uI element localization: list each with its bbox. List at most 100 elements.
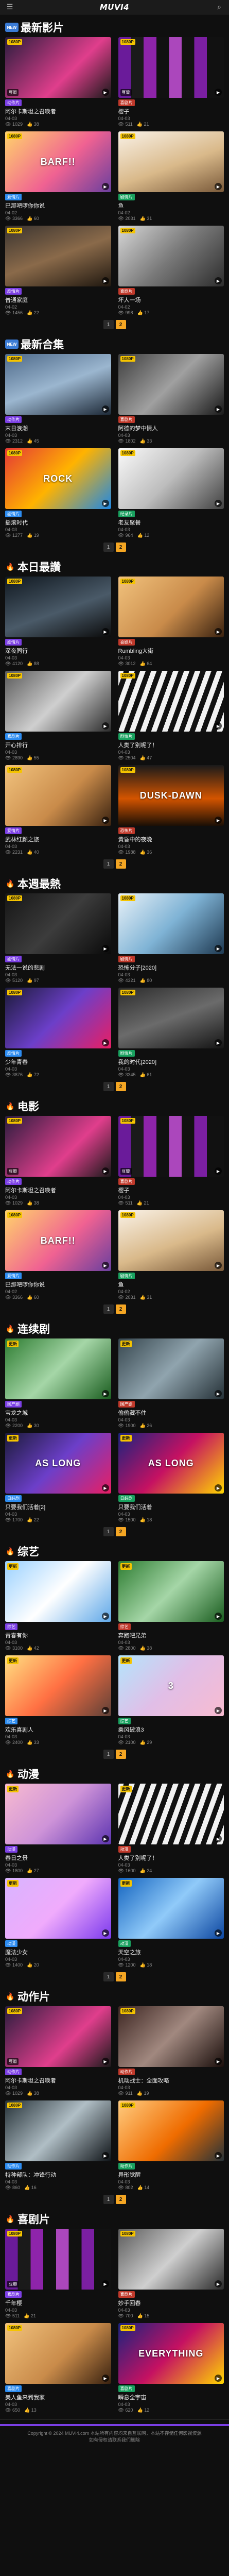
play-icon[interactable]: ▶ — [215, 1707, 222, 1714]
video-title[interactable]: 人类了别呢了！ — [118, 1854, 224, 1862]
video-title[interactable]: 巴那吧啰你你说 — [5, 201, 111, 210]
category-tag[interactable]: 综艺 — [118, 1718, 131, 1724]
video-thumbnail[interactable]: 1080P ▶ — [118, 577, 224, 637]
play-icon[interactable]: ▶ — [101, 1039, 109, 1046]
page-button[interactable]: 2 — [115, 859, 126, 869]
video-thumbnail[interactable]: 1080P ▶ — [118, 988, 224, 1048]
video-thumbnail[interactable]: 1080P ▶ — [118, 2006, 224, 2067]
video-thumbnail[interactable]: 更新 ▶ — [5, 1561, 111, 1622]
video-title[interactable]: 宝龙之城 — [5, 1409, 111, 1417]
page-button[interactable]: 1 — [103, 1972, 114, 1981]
video-card[interactable]: 1080P ▶ 剧情片 普通家庭 04-02 👁 1456 👍 22 — [5, 226, 111, 316]
category-tag[interactable]: 动漫 — [5, 1940, 17, 1947]
video-title[interactable]: 恐怖分子[2020] — [118, 963, 224, 972]
video-card[interactable]: EVERYTHING 1080P ▶ 喜剧片 瞬息全宇宙 04-03 👁 620 👍 12 — [118, 2323, 224, 2413]
category-tag[interactable]: 日韩剧 — [5, 1495, 22, 1502]
play-icon[interactable]: ▶ — [101, 1707, 109, 1714]
video-title[interactable]: 阿尔卡斯坦之召唤者 — [5, 2076, 111, 2084]
video-title[interactable]: 鱼 — [118, 201, 224, 210]
category-tag[interactable]: 剧情片 — [118, 1050, 135, 1057]
video-card[interactable]: 更新 ▶ 国产剧 宝龙之城 04-03 👁 2200 👍 30 — [5, 1338, 111, 1429]
page-button[interactable]: 1 — [103, 859, 114, 869]
page-button[interactable]: 1 — [103, 1527, 114, 1536]
category-tag[interactable]: 喜剧片 — [118, 1178, 135, 1185]
video-card[interactable]: 3 更新 ▶ 综艺 乘风破浪3 04-03 👁 2100 👍 29 — [118, 1655, 224, 1745]
video-thumbnail[interactable]: 1080P ▶ — [5, 2323, 111, 2384]
category-tag[interactable]: 喜剧片 — [118, 2385, 135, 2392]
video-thumbnail[interactable]: 1080P 豆瓣 ▶ — [5, 2006, 111, 2067]
video-thumbnail[interactable]: 1080P ▶ — [118, 226, 224, 286]
section-title[interactable]: 综艺 — [17, 1544, 39, 1559]
category-tag[interactable]: 国产剧 — [118, 1401, 135, 1408]
category-tag[interactable]: 喜剧片 — [118, 416, 135, 423]
play-icon[interactable]: ▶ — [215, 2280, 222, 2287]
category-tag[interactable]: 剧情片 — [5, 1050, 22, 1057]
video-thumbnail[interactable]: 1080P ▶ — [5, 893, 111, 954]
video-title[interactable]: 欢乐喜剧人 — [5, 1725, 111, 1734]
video-card[interactable]: 1080P 豆瓣 ▶ 动作片 阿尔卡斯坦之召唤者 04-03 👁 1029 👍 38 — [5, 1116, 111, 1206]
page-button[interactable]: 2 — [115, 320, 126, 329]
video-title[interactable]: 阿尔卡斯坦之召唤者 — [5, 107, 111, 115]
page-button[interactable]: 1 — [103, 2195, 114, 2204]
video-card[interactable]: 1080P ▶ 喜剧片 美人鱼来到我家 04-03 👁 650 👍 13 — [5, 2323, 111, 2413]
video-thumbnail[interactable]: 1080P ▶ — [5, 2100, 111, 2161]
category-tag[interactable]: 剧情片 — [118, 194, 135, 200]
page-button[interactable]: 2 — [115, 2195, 126, 2204]
play-icon[interactable]: ▶ — [101, 1835, 109, 1842]
video-title[interactable]: 青春有你 — [5, 1631, 111, 1639]
play-icon[interactable]: ▶ — [101, 1929, 109, 1937]
play-icon[interactable]: ▶ — [101, 628, 109, 635]
video-thumbnail[interactable]: 1080P 豆瓣 ▶ — [118, 37, 224, 98]
page-button[interactable]: 1 — [103, 1750, 114, 1759]
video-title[interactable]: 瞬息全宇宙 — [118, 2393, 224, 2401]
video-card[interactable]: 1080P ▶ 剧情片 我的时代[2020] 04-03 👁 3345 👍 61 — [118, 988, 224, 1078]
section-title[interactable]: 动漫 — [17, 1766, 39, 1782]
play-icon[interactable]: ▶ — [215, 183, 222, 190]
category-tag[interactable]: 剧情片 — [5, 288, 22, 295]
video-title[interactable]: 魔法少女 — [5, 1948, 111, 1956]
page-button[interactable]: 1 — [103, 1304, 114, 1314]
video-thumbnail[interactable]: 1080P ▶ — [118, 2229, 224, 2290]
video-title[interactable]: 巴那吧啰你你说 — [5, 1280, 111, 1289]
category-tag[interactable]: 剧情片 — [118, 1273, 135, 1279]
play-icon[interactable]: ▶ — [215, 2058, 222, 2065]
video-card[interactable]: 1080P 豆瓣 ▶ 喜剧片 樱子 04-03 👁 511 👍 21 — [118, 1116, 224, 1206]
video-thumbnail[interactable]: BARF!! 1080P ▶ — [5, 131, 111, 192]
category-tag[interactable]: 剧情片 — [118, 733, 135, 740]
play-icon[interactable]: ▶ — [101, 817, 109, 824]
category-tag[interactable]: 综艺 — [5, 1623, 17, 1630]
play-icon[interactable]: ▶ — [215, 945, 222, 952]
category-tag[interactable]: 动作片 — [118, 2163, 135, 2170]
video-title[interactable]: 老友聚餐 — [118, 518, 224, 527]
play-icon[interactable]: ▶ — [101, 89, 109, 96]
video-title[interactable]: 黄昏中的夜晚 — [118, 835, 224, 843]
section-title[interactable]: 最新合集 — [21, 336, 64, 352]
play-icon[interactable]: ▶ — [215, 1613, 222, 1620]
play-icon[interactable]: ▶ — [215, 1835, 222, 1842]
video-title[interactable]: Rumbling大街 — [118, 647, 224, 655]
video-thumbnail[interactable]: 1080P ▶ — [5, 354, 111, 415]
video-thumbnail[interactable]: 1080P ▶ — [118, 671, 224, 732]
page-button[interactable]: 2 — [115, 1304, 126, 1314]
video-thumbnail[interactable]: 更新 ▶ — [118, 1338, 224, 1399]
category-tag[interactable]: 国产剧 — [5, 1401, 22, 1408]
video-title[interactable]: 只要我们活着[2] — [5, 1503, 111, 1511]
video-card[interactable]: 1080P ▶ 动作片 异形觉醒 04-03 👁 802 👍 14 — [118, 2100, 224, 2191]
category-tag[interactable]: 喜剧片 — [5, 733, 22, 740]
video-title[interactable]: 机动战士：全面攻略 — [118, 2076, 224, 2084]
video-card[interactable]: BARF!! 1080P ▶ 爱情片 巴那吧啰你你说 04-02 👁 3366 👍 60 — [5, 1210, 111, 1300]
category-tag[interactable]: 喜剧片 — [118, 99, 135, 106]
category-tag[interactable]: 纪录片 — [118, 511, 135, 517]
video-thumbnail[interactable]: BARF!! 1080P ▶ — [5, 1210, 111, 1271]
video-thumbnail[interactable]: 1080P 豆瓣 ▶ — [5, 37, 111, 98]
play-icon[interactable]: ▶ — [101, 1613, 109, 1620]
video-thumbnail[interactable]: 更新 ▶ — [5, 1338, 111, 1399]
section-title[interactable]: 动作片 — [17, 1989, 50, 2004]
video-card[interactable]: 更新 ▶ 动漫 人类了别呢了！ 04-03 👁 1600 👍 24 — [118, 1784, 224, 1874]
category-tag[interactable]: 剧情片 — [5, 956, 22, 962]
category-tag[interactable]: 动漫 — [5, 1846, 17, 1853]
category-tag[interactable]: 动作片 — [5, 99, 22, 106]
video-card[interactable]: 1080P ▶ 喜剧片 Rumbling大街 04-03 👁 3012 👍 64 — [118, 577, 224, 667]
video-card[interactable]: 更新 ▶ 综艺 奔跑吧兄弟 04-03 👁 2800 👍 38 — [118, 1561, 224, 1651]
category-tag[interactable]: 动漫 — [118, 1846, 131, 1853]
